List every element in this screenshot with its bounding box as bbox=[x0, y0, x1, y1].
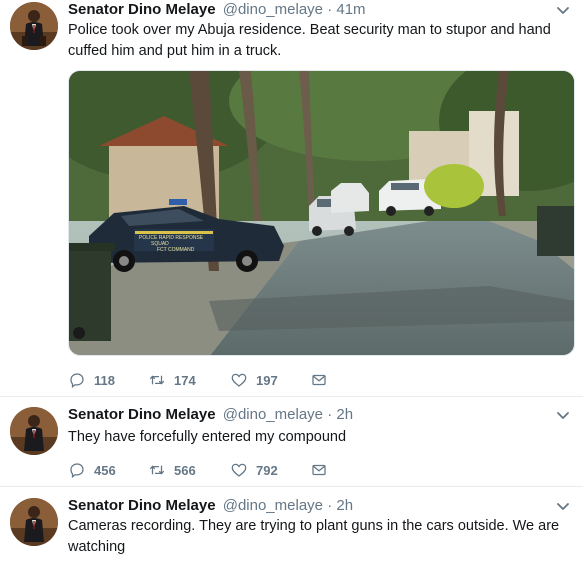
retweet-count: 566 bbox=[174, 462, 196, 478]
street-scene-image: POLICE RAPID RESPONSE SQUAD FCT COMMAND bbox=[69, 71, 574, 355]
author-name[interactable]: Senator Dino Melaye bbox=[68, 1, 216, 18]
avatar-image bbox=[10, 2, 58, 50]
separator-dot: · bbox=[327, 1, 333, 18]
reply-count: 456 bbox=[94, 462, 116, 478]
tweet-header: Senator Dino Melaye @dino_melaye · 2h bbox=[68, 405, 353, 425]
tweet-actions: 118 174 197 bbox=[68, 370, 328, 390]
reply-icon bbox=[70, 373, 84, 389]
author-handle[interactable]: @dino_melaye bbox=[223, 406, 323, 423]
timestamp[interactable]: 2h bbox=[336, 406, 353, 423]
author-handle[interactable]: @dino_melaye bbox=[223, 1, 323, 18]
chevron-down-icon[interactable] bbox=[555, 2, 571, 18]
timestamp[interactable]: 41m bbox=[336, 1, 365, 18]
tweet-1[interactable]: Senator Dino Melaye @dino_melaye · 41m P… bbox=[0, 0, 583, 397]
retweet-button[interactable]: 566 bbox=[148, 461, 230, 479]
tweet-header: Senator Dino Melaye @dino_melaye · 2h bbox=[68, 496, 353, 516]
tweet-photo[interactable]: POLICE RAPID RESPONSE SQUAD FCT COMMAND bbox=[68, 70, 575, 356]
car-marking-1: POLICE RAPID RESPONSE bbox=[139, 235, 204, 241]
reply-button[interactable]: 118 bbox=[68, 371, 148, 389]
tweet-2[interactable]: Senator Dino Melaye @dino_melaye · 2h Th… bbox=[0, 405, 583, 487]
envelope-icon bbox=[312, 374, 326, 386]
avatar[interactable] bbox=[10, 2, 58, 50]
like-button[interactable]: 792 bbox=[230, 461, 310, 479]
tweet-header: Senator Dino Melaye @dino_melaye · 41m bbox=[68, 0, 366, 20]
reply-count: 118 bbox=[94, 372, 115, 388]
retweet-icon bbox=[149, 465, 165, 475]
car-marking-3: FCT COMMAND bbox=[157, 247, 195, 253]
direct-message-button[interactable] bbox=[310, 461, 328, 479]
chevron-down-icon[interactable] bbox=[555, 407, 571, 423]
author-name[interactable]: Senator Dino Melaye bbox=[68, 497, 216, 514]
avatar-image bbox=[10, 498, 58, 546]
timestamp[interactable]: 2h bbox=[336, 497, 353, 514]
tweet-text: They have forcefully entered my compound bbox=[68, 429, 347, 445]
author-name[interactable]: Senator Dino Melaye bbox=[68, 406, 216, 423]
direct-message-button[interactable] bbox=[310, 371, 328, 389]
reply-icon bbox=[70, 463, 84, 479]
avatar[interactable] bbox=[10, 498, 58, 546]
envelope-icon bbox=[312, 464, 326, 476]
like-button[interactable]: 197 bbox=[230, 371, 310, 389]
like-count: 197 bbox=[256, 372, 278, 388]
retweet-count: 174 bbox=[174, 372, 196, 388]
separator-dot: · bbox=[327, 406, 333, 423]
tweet-text: Police took over my Abuja residence. Bea… bbox=[68, 22, 551, 59]
author-handle[interactable]: @dino_melaye bbox=[223, 497, 323, 514]
heart-icon bbox=[231, 463, 247, 477]
tweet-text: Cameras recording. They are trying to pl… bbox=[68, 518, 560, 555]
separator-dot: · bbox=[327, 497, 333, 514]
reply-button[interactable]: 456 bbox=[68, 461, 148, 479]
like-count: 792 bbox=[256, 462, 278, 478]
retweet-button[interactable]: 174 bbox=[148, 371, 230, 389]
waste-bin bbox=[69, 243, 115, 341]
avatar-image bbox=[10, 407, 58, 455]
tweet-actions: 456 566 792 bbox=[68, 460, 328, 480]
avatar[interactable] bbox=[10, 407, 58, 455]
chevron-down-icon[interactable] bbox=[555, 498, 571, 514]
retweet-icon bbox=[149, 375, 165, 385]
heart-icon bbox=[231, 373, 247, 387]
tweet-3[interactable]: Senator Dino Melaye @dino_melaye · 2h Ca… bbox=[0, 496, 583, 564]
